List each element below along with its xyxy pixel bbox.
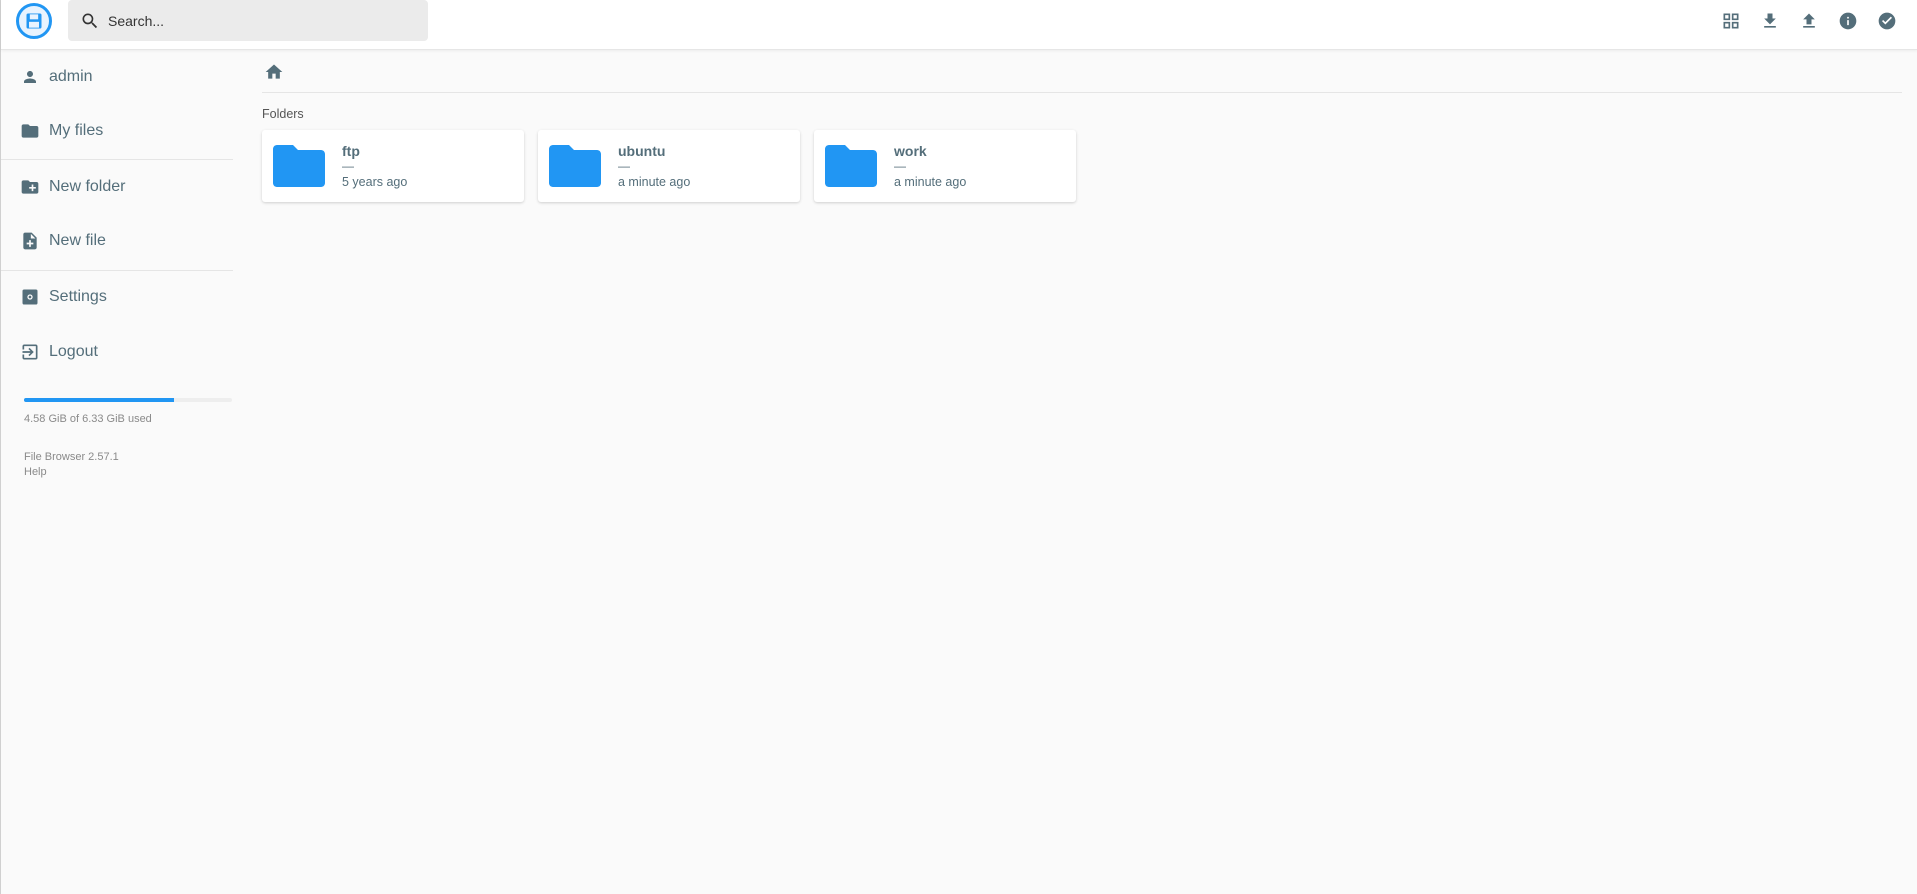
- storage-usage-text: 4.58 GiB of 6.33 GiB used: [24, 413, 152, 425]
- folder-icon: [825, 145, 877, 187]
- folder-size: —: [618, 158, 630, 173]
- folder-plus-icon: [20, 177, 40, 197]
- search-box[interactable]: [68, 0, 428, 41]
- folder-name: ubuntu: [618, 142, 666, 159]
- folder-name: work: [894, 142, 927, 159]
- folder-size: —: [342, 158, 354, 173]
- download-icon[interactable]: [1757, 8, 1783, 34]
- gear-icon: [20, 287, 40, 307]
- floppy-disk-icon: [26, 13, 42, 29]
- sidebar: admin My files New folder New file Setti…: [1, 51, 233, 894]
- folder-item-work[interactable]: work — a minute ago: [814, 130, 1076, 202]
- main-content: Folders ftp — 5 years ago ubuntu — a min…: [262, 51, 1902, 894]
- upload-icon[interactable]: [1796, 8, 1822, 34]
- breadcrumb: [262, 51, 1902, 93]
- sidebar-item-new-folder[interactable]: New folder: [1, 167, 233, 207]
- folder-icon: [273, 145, 325, 187]
- folder-icon: [549, 145, 601, 187]
- sidebar-divider: [1, 159, 233, 160]
- folder-modified: a minute ago: [894, 174, 967, 189]
- folder-list: ftp — 5 years ago ubuntu — a minute ago …: [262, 130, 1076, 202]
- folder-name: ftp: [342, 142, 360, 159]
- sidebar-divider: [1, 270, 233, 271]
- sidebar-item-label: Logout: [49, 343, 98, 360]
- folder-modified: 5 years ago: [342, 174, 408, 189]
- folder-info: ftp — 5 years ago: [342, 143, 407, 190]
- folder-info: work — a minute ago: [894, 143, 966, 190]
- sidebar-item-my-files[interactable]: My files: [1, 111, 233, 151]
- sidebar-item-settings[interactable]: Settings: [1, 277, 233, 317]
- folder-size: —: [894, 158, 906, 173]
- folder-item-ftp[interactable]: ftp — 5 years ago: [262, 130, 524, 202]
- file-plus-icon: [20, 231, 40, 251]
- folder-item-ubuntu[interactable]: ubuntu — a minute ago: [538, 130, 800, 202]
- folder-info: ubuntu — a minute ago: [618, 143, 690, 190]
- top-header: [1, 0, 1917, 50]
- sidebar-item-admin[interactable]: admin: [1, 57, 233, 97]
- help-link[interactable]: Help: [24, 466, 47, 478]
- search-icon: [80, 11, 100, 31]
- sidebar-item-label: admin: [49, 68, 93, 85]
- sidebar-item-label: Settings: [49, 288, 107, 305]
- sidebar-item-label: My files: [49, 122, 104, 139]
- sidebar-item-label: New folder: [49, 178, 126, 195]
- app-logo[interactable]: [16, 3, 52, 39]
- search-input[interactable]: [108, 12, 388, 29]
- grid-view-icon[interactable]: [1718, 8, 1744, 34]
- logout-icon: [20, 342, 40, 362]
- folder-icon: [20, 121, 40, 141]
- storage-usage-fill: [24, 398, 175, 402]
- storage-usage-bar: [24, 398, 232, 402]
- home-icon[interactable]: [264, 62, 284, 82]
- sidebar-item-logout[interactable]: Logout: [1, 332, 233, 372]
- header-actions: [1718, 8, 1900, 34]
- app-version: File Browser 2.57.1: [24, 451, 119, 463]
- folder-modified: a minute ago: [618, 174, 691, 189]
- sidebar-item-new-file[interactable]: New file: [1, 221, 233, 261]
- sidebar-item-label: New file: [49, 232, 106, 249]
- select-check-icon[interactable]: [1874, 8, 1900, 34]
- section-title-folders: Folders: [262, 107, 304, 121]
- info-icon[interactable]: [1835, 8, 1861, 34]
- person-icon: [20, 67, 40, 87]
